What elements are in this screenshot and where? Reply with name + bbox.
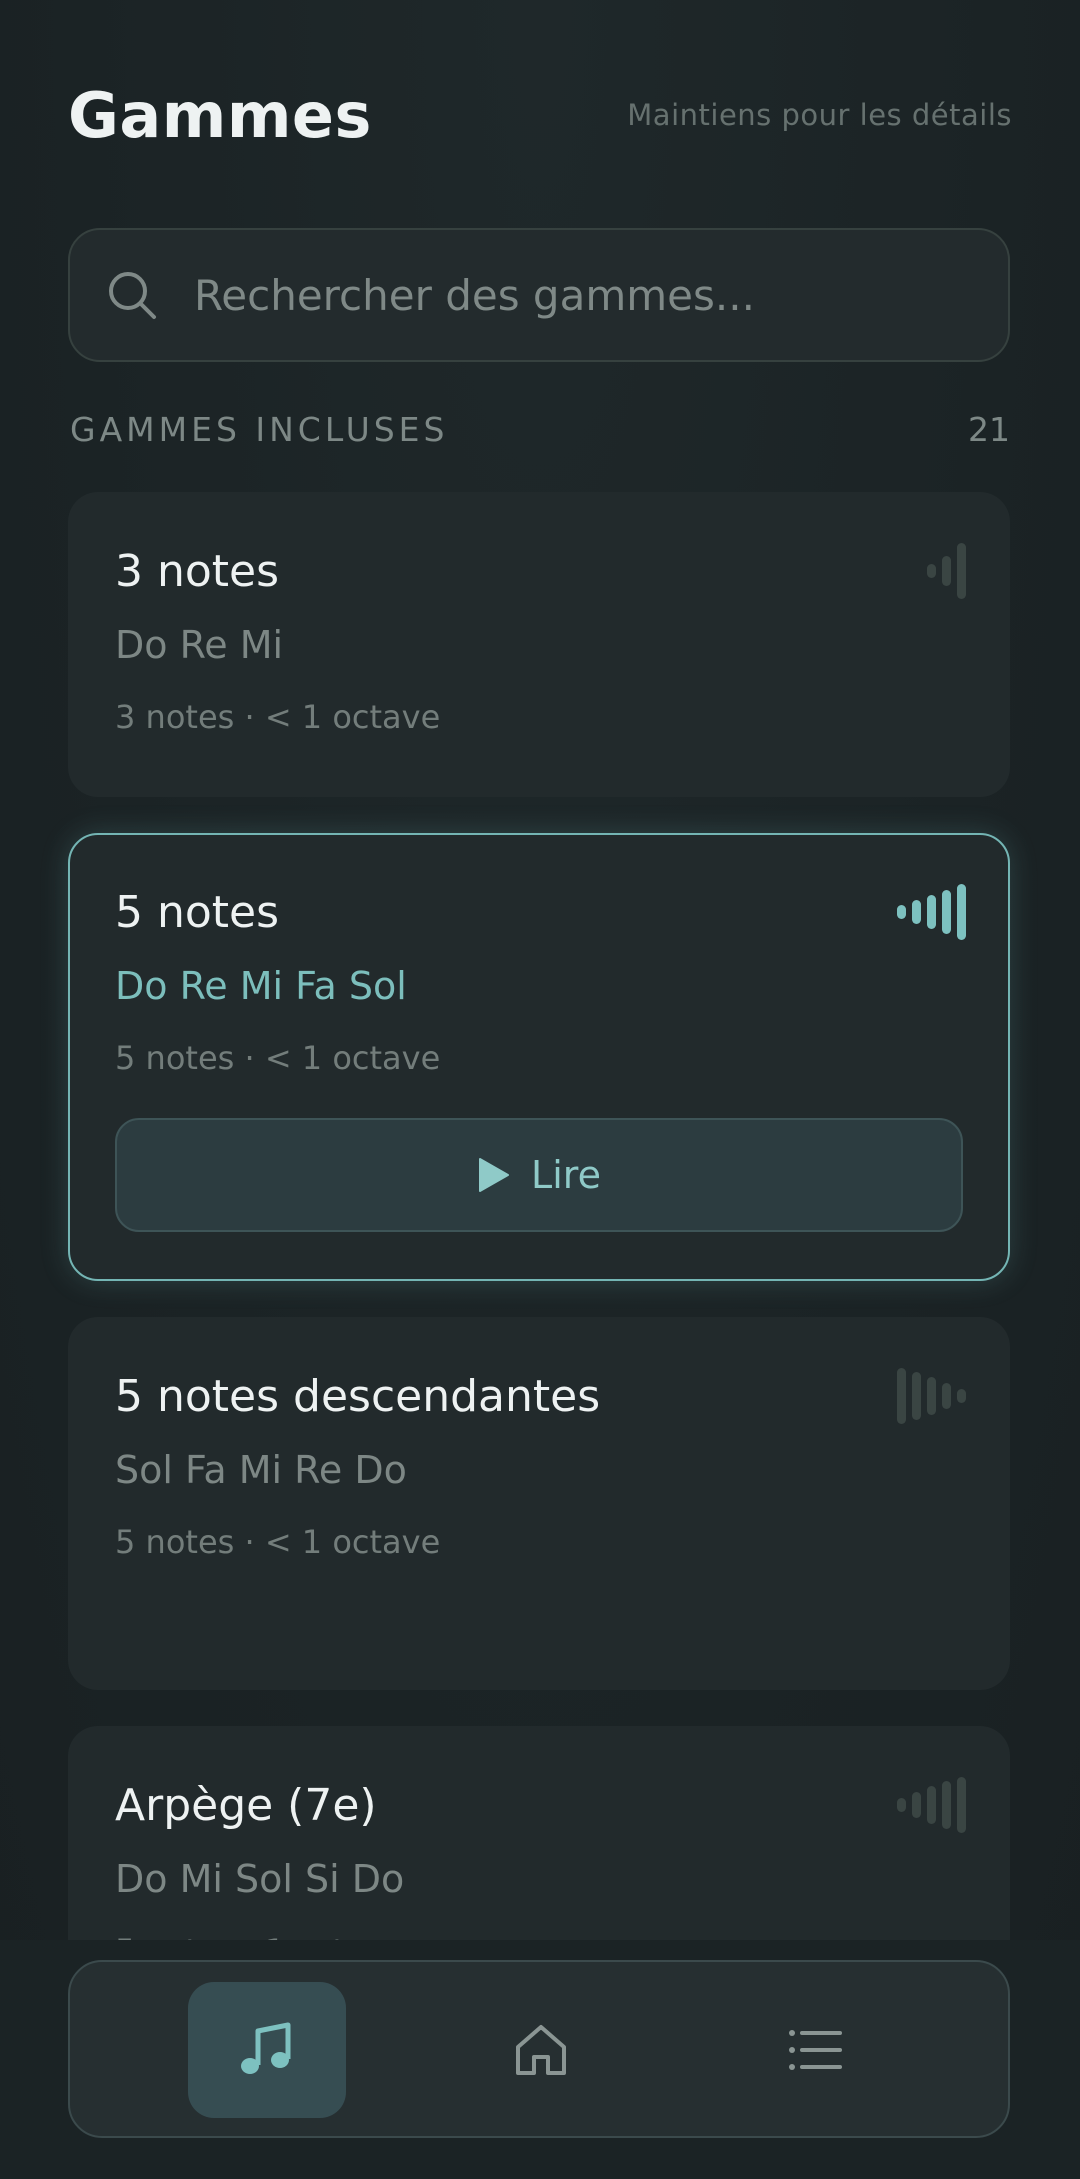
scale-card[interactable]: 5 notes descendantes Sol Fa Mi Re Do 5 n… (68, 1317, 1010, 1690)
scale-notes: Do Mi Sol Si Do (115, 1857, 405, 1901)
list-icon (789, 2030, 842, 2070)
scales-screen: Gammes Maintiens pour les détails GAMMES… (0, 0, 1080, 2179)
scale-meta: 5 notes · < 1 octave (115, 1039, 441, 1077)
scale-title: 5 notes descendantes (115, 1371, 601, 1422)
play-icon (479, 1158, 510, 1192)
nav-list[interactable] (736, 1982, 894, 2118)
long-press-hint: Maintiens pour les détails (627, 98, 1012, 132)
search-input[interactable] (192, 269, 1008, 321)
nav-scales[interactable] (188, 1982, 346, 2118)
scale-card-selected[interactable]: 5 notes Do Re Mi Fa Sol 5 notes · < 1 oc… (68, 833, 1010, 1281)
scale-notes: Sol Fa Mi Re Do (115, 1448, 407, 1492)
scale-notes: Do Re Mi Fa Sol (115, 964, 407, 1008)
scale-title: 3 notes (115, 546, 280, 597)
ascending-level-icon (897, 883, 966, 941)
search-bar[interactable] (68, 228, 1010, 362)
section-count: 21 (968, 410, 1010, 449)
home-icon (516, 2025, 566, 2075)
scale-title: 5 notes (115, 887, 280, 938)
scale-notes: Do Re Mi (115, 623, 284, 667)
search-icon (109, 272, 156, 319)
page-title: Gammes (68, 78, 372, 152)
descending-level-icon (897, 1367, 966, 1425)
scale-meta: 5 notes · < 1 octave (115, 1523, 441, 1561)
ascending-level-icon (897, 1776, 966, 1834)
header: Gammes Maintiens pour les détails (68, 70, 1012, 160)
scale-title: Arpège (7e) (115, 1780, 377, 1831)
play-button[interactable]: Lire (115, 1118, 963, 1232)
section-header: GAMMES INCLUSES 21 (70, 410, 1010, 449)
ascending-level-icon (927, 542, 966, 600)
bottom-nav (68, 1960, 1010, 2138)
nav-home[interactable] (462, 1982, 620, 2118)
play-label: Lire (531, 1153, 601, 1197)
music-note-icon (241, 2022, 291, 2074)
scale-card[interactable]: 3 notes Do Re Mi 3 notes · < 1 octave (68, 492, 1010, 797)
scale-meta: 3 notes · < 1 octave (115, 698, 441, 736)
section-label: GAMMES INCLUSES (70, 410, 449, 449)
